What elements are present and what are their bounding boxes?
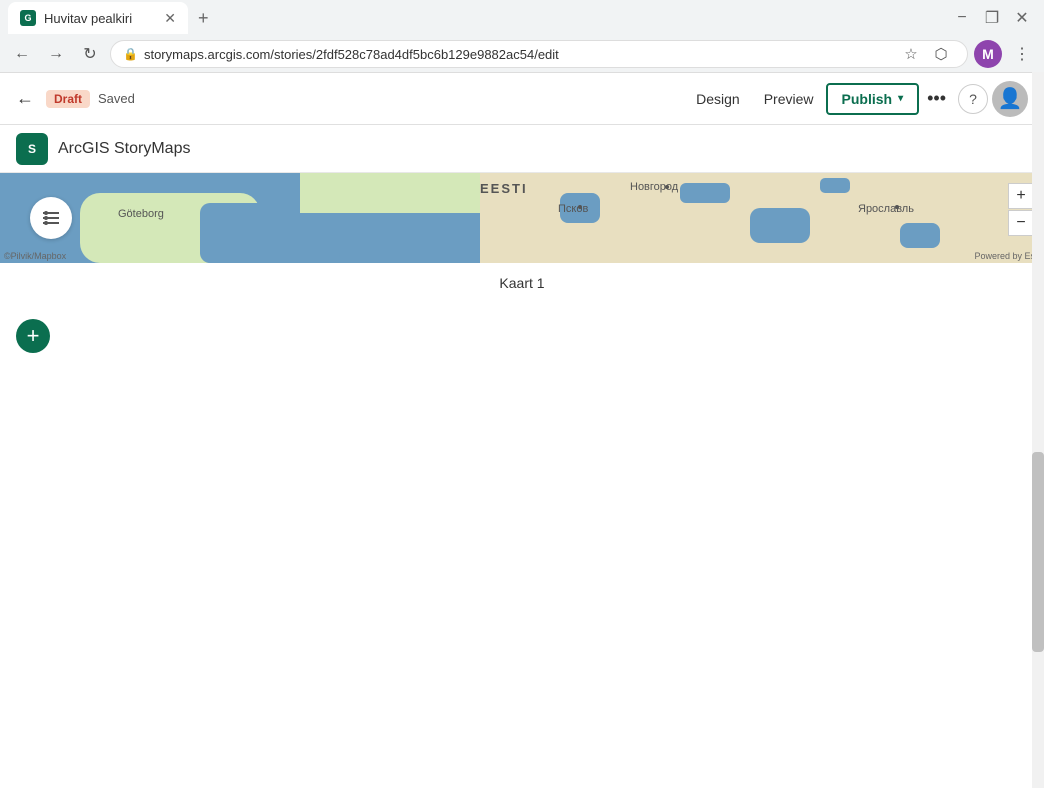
address-bar[interactable]: 🔒 storymaps.arcgis.com/stories/2fdf528c7… bbox=[110, 40, 968, 68]
app-back-button[interactable]: ← bbox=[16, 88, 34, 109]
forward-nav-button[interactable]: → bbox=[42, 40, 70, 68]
scrollbar[interactable] bbox=[1032, 72, 1044, 788]
back-nav-button[interactable]: ← bbox=[8, 40, 36, 68]
tab-favicon: G bbox=[20, 10, 36, 26]
map-lake4 bbox=[820, 178, 850, 193]
map-controls: + − bbox=[1008, 183, 1034, 236]
brand-logo-icon: S bbox=[22, 139, 42, 159]
tab-title: Huvitav pealkiri bbox=[44, 11, 156, 26]
bookmark-button[interactable]: ☆ bbox=[897, 40, 925, 68]
map-lake3 bbox=[750, 208, 810, 243]
map-attribution-left: ©Pilvik/Mapbox bbox=[4, 251, 66, 261]
yaroslavl-dot bbox=[895, 205, 899, 209]
legend-icon bbox=[41, 210, 61, 226]
map-legend-button[interactable] bbox=[30, 197, 72, 239]
help-button[interactable]: ? bbox=[958, 84, 988, 114]
content-area: Kaart 1 + bbox=[0, 263, 1044, 369]
address-bar-row: ← → ↻ 🔒 storymaps.arcgis.com/stories/2fd… bbox=[0, 36, 1044, 72]
svg-text:S: S bbox=[28, 142, 36, 156]
cast-button[interactable]: ⬡ bbox=[927, 40, 955, 68]
window-controls: − ❐ ✕ bbox=[948, 4, 1036, 32]
draft-badge: Draft bbox=[46, 90, 90, 108]
preview-button[interactable]: Preview bbox=[752, 85, 826, 113]
saved-label: Saved bbox=[98, 91, 135, 106]
map-caption: Kaart 1 bbox=[0, 263, 1044, 303]
profile-circle[interactable]: M bbox=[974, 40, 1002, 68]
new-tab-button[interactable]: + bbox=[192, 8, 215, 29]
address-bar-actions: ☆ ⬡ bbox=[897, 40, 955, 68]
add-block-area: + bbox=[0, 303, 1044, 369]
browser-tab[interactable]: G Huvitav pealkiri ✕ bbox=[8, 2, 188, 34]
publish-chevron-icon: ▾ bbox=[898, 93, 903, 104]
estonia-label: EESTI bbox=[480, 181, 528, 196]
brand-logo: S bbox=[16, 133, 48, 165]
map-lake5 bbox=[900, 223, 940, 248]
tab-bar: G Huvitav pealkiri ✕ + − ❐ ✕ bbox=[0, 0, 1044, 36]
novgorod-dot bbox=[665, 185, 669, 189]
add-block-button[interactable]: + bbox=[16, 319, 50, 353]
lock-icon: 🔒 bbox=[123, 47, 138, 61]
publish-label: Publish bbox=[842, 91, 893, 107]
yaroslavl-label: Ярославль bbox=[858, 203, 914, 215]
map-attribution-right: Powered by Esri bbox=[974, 251, 1040, 261]
user-avatar[interactable]: 👤 bbox=[992, 81, 1028, 117]
pskov-dot bbox=[578, 205, 582, 209]
close-button[interactable]: ✕ bbox=[1008, 4, 1036, 32]
novgorod-label: Новгород bbox=[630, 181, 678, 193]
design-button[interactable]: Design bbox=[684, 85, 752, 113]
app-brand-bar: S ArcGIS StoryMaps bbox=[0, 125, 1044, 173]
map-zoom-in-button[interactable]: + bbox=[1008, 183, 1034, 209]
pskov-label: Псков bbox=[558, 203, 588, 215]
map-land-estonia bbox=[300, 173, 500, 213]
user-avatar-icon: 👤 bbox=[998, 86, 1023, 111]
more-options-button[interactable]: ••• bbox=[919, 88, 954, 109]
brand-name: ArcGIS StoryMaps bbox=[58, 140, 190, 158]
url-text: storymaps.arcgis.com/stories/2fdf528c78a… bbox=[144, 47, 891, 62]
browser-menu-button[interactable]: ⋮ bbox=[1008, 40, 1036, 68]
tab-close-button[interactable]: ✕ bbox=[164, 11, 176, 25]
scrollbar-thumb[interactable] bbox=[1032, 452, 1044, 652]
publish-button[interactable]: Publish ▾ bbox=[826, 83, 920, 115]
goteborg-label: Göteborg bbox=[118, 208, 164, 220]
map-container[interactable]: EESTI Новгород Псков Ярославль Göteborg … bbox=[0, 173, 1044, 263]
map-lake2 bbox=[680, 183, 730, 203]
maximize-button[interactable]: ❐ bbox=[978, 4, 1006, 32]
minimize-button[interactable]: − bbox=[948, 4, 976, 32]
map-zoom-out-button[interactable]: − bbox=[1008, 210, 1034, 236]
app-header: ← Draft Saved Design Preview Publish ▾ •… bbox=[0, 73, 1044, 125]
refresh-nav-button[interactable]: ↻ bbox=[76, 40, 104, 68]
